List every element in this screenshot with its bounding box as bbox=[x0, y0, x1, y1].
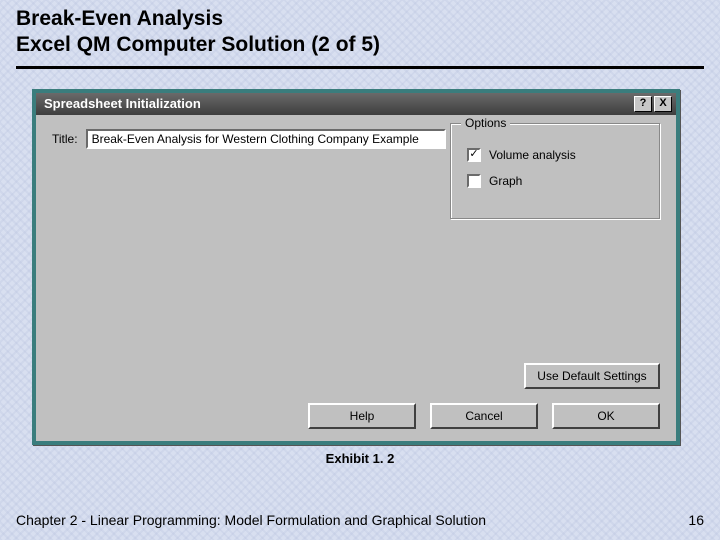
dialog-button-row: Help Cancel OK bbox=[308, 403, 660, 429]
dialog-title: Spreadsheet Initialization bbox=[44, 96, 201, 111]
dialog-client-area: Title: Options ✓ Volume analysis Graph U… bbox=[36, 115, 676, 441]
title-input[interactable] bbox=[86, 129, 446, 149]
volume-analysis-label: Volume analysis bbox=[489, 148, 576, 162]
title-row: Title: bbox=[52, 129, 446, 149]
slide-footer: Chapter 2 - Linear Programming: Model Fo… bbox=[16, 512, 704, 528]
volume-analysis-checkbox[interactable]: ✓ bbox=[467, 148, 481, 162]
header-line-1: Break-Even Analysis bbox=[16, 6, 704, 32]
exhibit-caption: Exhibit 1. 2 bbox=[0, 451, 720, 466]
page-number: 16 bbox=[688, 512, 704, 528]
header-line-2: Excel QM Computer Solution (2 of 5) bbox=[16, 32, 704, 58]
options-legend: Options bbox=[461, 116, 510, 130]
close-icon[interactable]: X bbox=[654, 96, 672, 112]
dialog-window: Spreadsheet Initialization ? X Title: Op… bbox=[32, 89, 680, 445]
graph-option[interactable]: Graph bbox=[467, 174, 649, 188]
graph-checkbox[interactable] bbox=[467, 174, 481, 188]
use-default-settings-button[interactable]: Use Default Settings bbox=[524, 363, 660, 389]
ok-button[interactable]: OK bbox=[552, 403, 660, 429]
help-icon[interactable]: ? bbox=[634, 96, 652, 112]
volume-analysis-option[interactable]: ✓ Volume analysis bbox=[467, 148, 649, 162]
dialog-titlebar: Spreadsheet Initialization ? X bbox=[36, 93, 676, 115]
graph-label: Graph bbox=[489, 174, 522, 188]
cancel-button[interactable]: Cancel bbox=[430, 403, 538, 429]
help-button[interactable]: Help bbox=[308, 403, 416, 429]
footer-chapter: Chapter 2 - Linear Programming: Model Fo… bbox=[16, 512, 486, 528]
slide-header: Break-Even Analysis Excel QM Computer So… bbox=[0, 0, 720, 63]
options-groupbox: Options ✓ Volume analysis Graph bbox=[450, 123, 660, 219]
title-label: Title: bbox=[52, 132, 78, 146]
header-rule bbox=[16, 66, 704, 69]
